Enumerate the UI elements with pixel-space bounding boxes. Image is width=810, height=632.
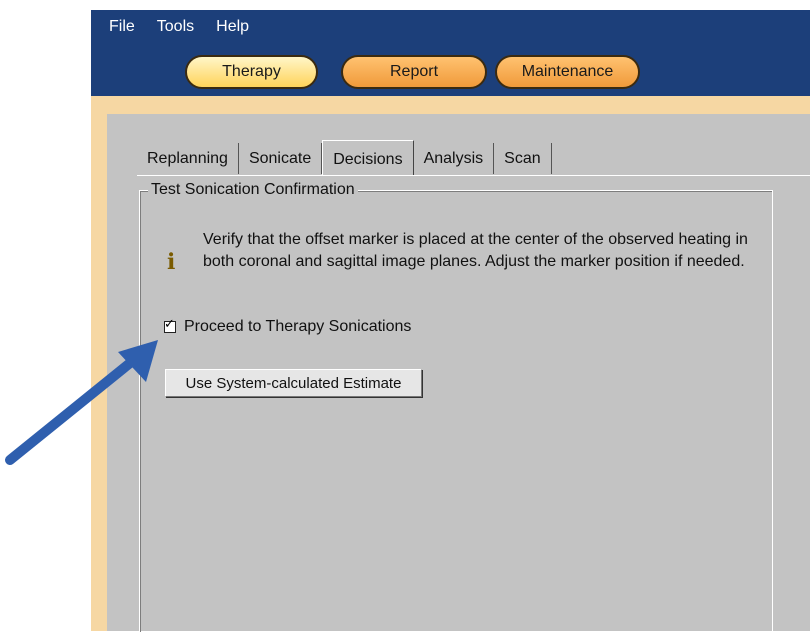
tab-therapy[interactable]: Therapy <box>185 55 318 89</box>
group-title: Test Sonication Confirmation <box>148 181 358 199</box>
menu-tools[interactable]: Tools <box>157 18 194 36</box>
menu-help[interactable]: Help <box>216 18 249 36</box>
info-icon: ℹ <box>167 250 176 275</box>
tab-scan[interactable]: Scan <box>494 143 552 174</box>
proceed-checkbox-row[interactable]: Proceed to Therapy Sonications <box>164 316 412 336</box>
tab-replanning[interactable]: Replanning <box>137 143 239 174</box>
tab-decisions[interactable]: Decisions <box>322 140 414 175</box>
use-estimate-button[interactable]: Use System-calculated Estimate <box>165 369 422 397</box>
tab-sonicate[interactable]: Sonicate <box>239 143 323 174</box>
tab-divider <box>137 175 810 176</box>
tab-maintenance[interactable]: Maintenance <box>495 55 640 89</box>
info-message: Verify that the offset marker is placed … <box>203 231 748 270</box>
sub-tabs: Replanning Sonicate Decisions Analysis S… <box>137 140 552 175</box>
menu-file[interactable]: File <box>109 18 135 36</box>
annotation-arrow <box>5 340 158 465</box>
proceed-checkbox-label: Proceed to Therapy Sonications <box>184 318 412 335</box>
tab-report[interactable]: Report <box>341 55 487 89</box>
tab-analysis[interactable]: Analysis <box>414 143 495 174</box>
menu-bar: File Tools Help <box>109 18 249 36</box>
